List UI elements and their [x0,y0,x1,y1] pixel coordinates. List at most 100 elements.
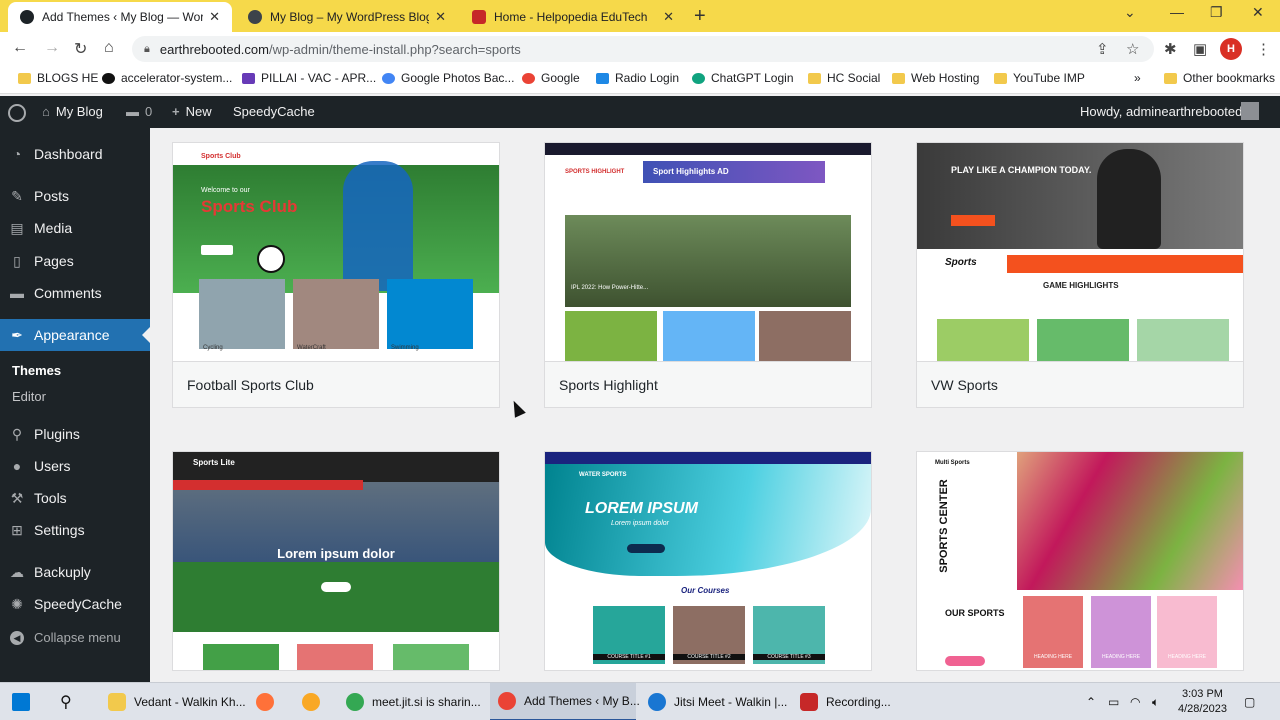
address-toolbar: ← → ↻ ⌂ 🔒︎ earthrebooted.com/wp-admin/th… [0,32,1280,66]
sidebar-item-dashboard[interactable]: ◔ Dashboard [0,138,150,170]
minimize-icon[interactable]: — [1170,4,1184,20]
more-bookmarks-icon[interactable]: » [1134,71,1141,85]
sidebar-item-backuply[interactable]: ☁ Backuply [0,556,150,588]
avatar[interactable] [1241,102,1259,120]
profile-avatar[interactable]: H [1220,38,1242,60]
sidebar-item-posts[interactable]: ✎ Posts [0,180,150,212]
speed-icon: ✺ [11,595,23,612]
sidepanel-icon[interactable]: ▣ [1193,40,1207,58]
sidebar-item-speedycache[interactable]: ✺ SpeedyCache [0,588,150,620]
back-icon[interactable]: ← [12,39,28,57]
sidebar-item-settings[interactable]: ⊞ Settings [0,514,150,546]
star-icon[interactable]: ☆ [1126,40,1139,58]
wordpress-logo-icon[interactable] [8,104,26,122]
volume-icon[interactable]: 🔈︎ [1152,683,1159,720]
taskbar-app[interactable] [302,683,328,720]
system-clock[interactable]: 3:03 PM 4/28/2023 [1178,687,1227,717]
bookmark-blogs[interactable]: BLOGS HE [18,71,98,85]
close-icon[interactable]: ✕ [209,9,220,25]
extensions-icon[interactable]: ✱ [1164,40,1177,58]
wp-admin-bar: ⌂ My Blog ▬ 0 + New SpeedyCache Howdy, admi… [0,96,1280,128]
media-icon: ▤ [10,219,24,236]
bookmark-radio-login[interactable]: Radio Login [596,71,679,85]
taskbar-jitsi[interactable]: Jitsi Meet - Walkin |... [640,683,787,720]
site-name-link[interactable]: ⌂ My Blog [42,104,103,119]
page-icon: ▯ [13,252,21,269]
tab-helpopedia[interactable]: Home - Helpopedia EduTech ✕ [460,2,686,32]
forward-icon[interactable]: → [44,39,60,57]
theme-name: VW Sports [917,361,1243,407]
bookmark-chatgpt[interactable]: ChatGPT Login [692,71,794,85]
mouse-cursor [508,398,526,418]
taskbar-chrome-add-themes[interactable]: Add Themes ‹ My B... [490,683,640,720]
windows-icon [12,693,30,711]
theme-screenshot: Sports Lite Lorem ipsum dolor [173,452,499,670]
sidebar-item-media[interactable]: ▤ Media [0,212,150,244]
bookmark-accelerator[interactable]: accelerator-system... [102,71,232,85]
chevron-up-icon[interactable]: ⌃ [1086,683,1096,720]
theme-screenshot: Sports Club Welcome to our Sports Club C… [173,143,499,361]
wifi-icon[interactable]: ◠ [1130,683,1140,720]
menu-icon[interactable]: ⋮ [1256,40,1271,58]
theme-screenshot: PLAY LIKE A CHAMPION TODAY. Sports GAME … [917,143,1243,361]
folder-icon [1164,72,1177,84]
theme-card-multi-sports[interactable]: Multi Sports SPORTS CENTER OUR SPORTS HE… [916,451,1244,671]
chevron-down-icon[interactable]: ⌄ [1124,4,1136,21]
search-icon[interactable]: ⚲ [60,683,72,720]
collapse-menu-button[interactable]: ◀ Collapse menu [10,630,121,645]
reload-icon[interactable]: ↻ [74,39,87,59]
app-icon [302,693,320,711]
tab-add-themes[interactable]: Add Themes ‹ My Blog — WordPress ✕ [8,2,232,32]
taskbar-recording[interactable]: Recording... [792,683,902,720]
sidebar-sub-themes[interactable]: Themes [12,363,61,378]
theme-card-water-sports[interactable]: WATER SPORTS LOREM IPSUM Lorem ipsum dol… [544,451,872,671]
url-input[interactable]: 🔒︎ earthrebooted.com/wp-admin/theme-inst… [132,36,1154,62]
network-icon[interactable]: ▭ [1108,683,1119,720]
admin-sidebar: ◔ Dashboard ✎ Posts ▤ Media ▯ Pages ▬ Comment… [0,128,150,682]
taskbar-firefox[interactable] [256,683,282,720]
comments-link[interactable]: ▬ 0 [126,104,152,119]
theme-screenshot: SPORTS HIGHLIGHT Sport Highlights AD IPL… [545,143,871,361]
close-icon[interactable]: ✕ [663,9,674,25]
new-content-link[interactable]: + New [172,104,212,119]
sidebar-item-plugins[interactable]: ⚲ Plugins [0,418,150,450]
new-tab-icon[interactable]: + [694,5,706,28]
recording-icon [800,693,818,711]
bookmark-web-hosting[interactable]: Web Hosting [892,71,979,85]
bookmark-google[interactable]: Google [522,71,580,85]
pin-icon: ✎ [11,187,23,204]
close-window-icon[interactable]: ✕ [1252,4,1264,21]
home-icon: ⌂ [42,104,50,119]
sidebar-sub-editor[interactable]: Editor [12,389,46,404]
sidebar-item-pages[interactable]: ▯ Pages [0,245,150,277]
tab-my-blog[interactable]: My Blog – My WordPress Blog ✕ [236,2,458,32]
form-icon [242,72,255,84]
restore-icon[interactable]: ❐ [1210,4,1223,21]
bookmark-google-photos[interactable]: Google Photos Bac... [382,71,514,85]
bookmark-pillai[interactable]: PILLAI - VAC - APR... [242,71,376,85]
theme-card-sports-lite[interactable]: Sports Lite Lorem ipsum dolor [172,451,500,671]
speedycache-link[interactable]: SpeedyCache [233,104,315,119]
close-icon[interactable]: ✕ [435,9,446,25]
bookmark-other[interactable]: Other bookmarks [1164,71,1275,85]
notification-icon[interactable]: ▢ [1244,683,1255,720]
sidebar-item-users[interactable]: ● Users [0,450,150,482]
sidebar-item-appearance[interactable]: ✒ Appearance [0,319,150,351]
brush-icon: ✒ [11,326,23,343]
theme-card-vw-sports[interactable]: PLAY LIKE A CHAMPION TODAY. Sports GAME … [916,142,1244,408]
theme-card-football-sports-club[interactable]: Sports Club Welcome to our Sports Club C… [172,142,500,408]
windows-taskbar: ⚲ Vedant - Walkin Kh... meet.jit.si is s… [0,682,1280,720]
taskbar-chrome-meet[interactable]: meet.jit.si is sharin... [340,683,486,720]
taskbar-explorer[interactable]: Vedant - Walkin Kh... [100,683,246,720]
bookmark-youtube-imp[interactable]: YouTube IMP [994,71,1085,85]
bookmark-hc-social[interactable]: HC Social [808,71,880,85]
share-icon[interactable]: ⇪ [1096,40,1109,58]
theme-card-sports-highlight[interactable]: SPORTS HIGHLIGHT Sport Highlights AD IPL… [544,142,872,408]
home-icon[interactable]: ⌂ [104,39,114,57]
start-button[interactable] [12,683,38,720]
theme-screenshot: WATER SPORTS LOREM IPSUM Lorem ipsum dol… [545,452,871,670]
sidebar-item-tools[interactable]: ⚒ Tools [0,482,150,514]
howdy-user-link[interactable]: Howdy, adminearthrebooted [1080,104,1242,119]
folder-icon [892,72,905,84]
sidebar-item-comments[interactable]: ▬ Comments [0,277,150,309]
